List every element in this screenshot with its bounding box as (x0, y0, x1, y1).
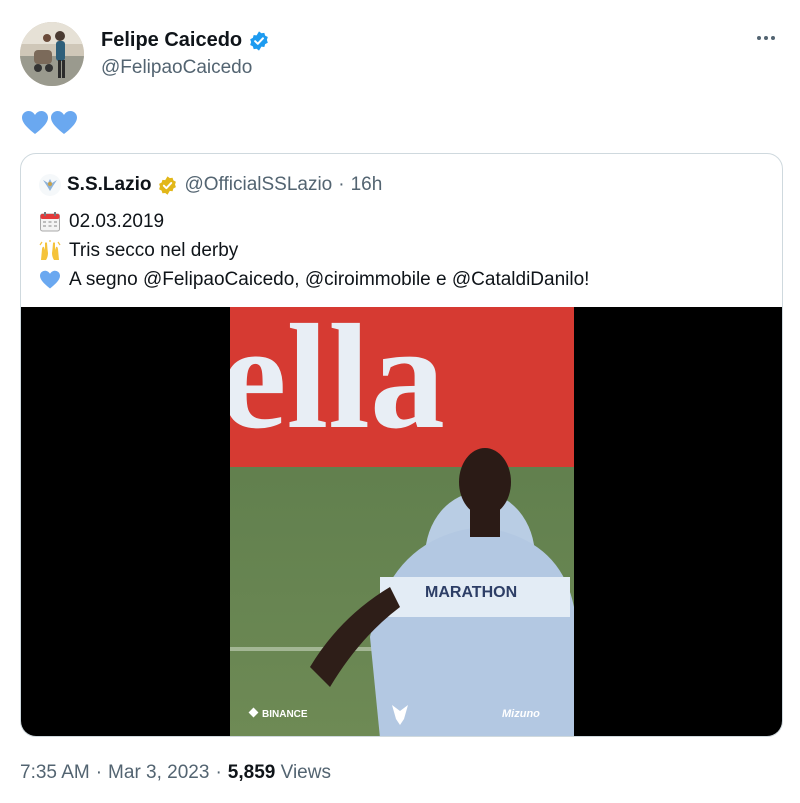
tweet-date[interactable]: Mar 3, 2023 (108, 762, 209, 784)
quoted-separator: · (338, 174, 345, 195)
author-avatar[interactable] (20, 22, 84, 86)
quoted-tweet[interactable]: S.S.Lazio @OfficialSSLazio · 16h 02.03.2… (20, 153, 783, 737)
sponsor-binance: BINANCE (262, 709, 308, 720)
author-name-line[interactable]: Felipe Caicedo (101, 29, 270, 52)
quoted-handle[interactable]: @OfficialSSLazio (184, 174, 332, 196)
author-display-name[interactable]: Felipe Caicedo (101, 29, 242, 52)
author-handle[interactable]: @FelipaoCaicedo (101, 57, 252, 79)
blue-heart-icon (40, 270, 60, 288)
quoted-line-text: 02.03.2019 (69, 211, 165, 232)
more-options-icon[interactable] (752, 28, 780, 48)
quoted-tweet-text: 02.03.2019 Tris secco nel derby A segno … (39, 207, 589, 294)
banner-text: ella (230, 307, 445, 460)
tweet-time[interactable]: 7:35 AM (20, 762, 90, 784)
video-frame: ella MARATHON BINANCE Mizuno (230, 307, 574, 736)
quoted-line-text: A segno @FelipaoCaicedo, @ciroimmobile e… (69, 269, 590, 290)
video-thumbnail: ella MARATHON BINANCE Mizuno (230, 307, 574, 736)
raised-hands-icon (39, 239, 61, 260)
views-count: 5,859 (227, 762, 276, 783)
svg-text:MARATHON: MARATHON (425, 584, 517, 601)
tweet-meta: 7:35 AM · Mar 3, 2023 · 5,859 Views (20, 762, 331, 784)
quoted-line-text: Tris secco nel derby (69, 240, 239, 261)
video-player[interactable]: ella MARATHON BINANCE Mizuno (21, 307, 782, 736)
views-label: Views (280, 762, 331, 783)
quoted-tweet-header: S.S.Lazio @OfficialSSLazio · 16h (39, 174, 382, 196)
gold-check-icon (159, 175, 177, 195)
quoted-line: 02.03.2019 (39, 207, 589, 236)
quoted-display-name[interactable]: S.S.Lazio (67, 174, 151, 196)
meta-separator: · (95, 762, 103, 783)
lazio-logo-icon (39, 174, 61, 196)
blue-heart-icon (51, 111, 77, 134)
quoted-line: A segno @FelipaoCaicedo, @ciroimmobile e… (39, 265, 589, 294)
meta-separator: · (215, 762, 222, 783)
quoted-line: Tris secco nel derby (39, 236, 589, 265)
tweet-text (21, 110, 78, 136)
blue-heart-icon (22, 111, 48, 134)
views-count-wrapper: 5,859 Views (228, 762, 331, 784)
calendar-icon (40, 211, 60, 231)
quoted-time[interactable]: 16h (351, 174, 383, 196)
blue-check-icon (250, 30, 268, 51)
sponsor-mizuno: Mizuno (502, 708, 540, 720)
avatar-photo (20, 22, 84, 86)
